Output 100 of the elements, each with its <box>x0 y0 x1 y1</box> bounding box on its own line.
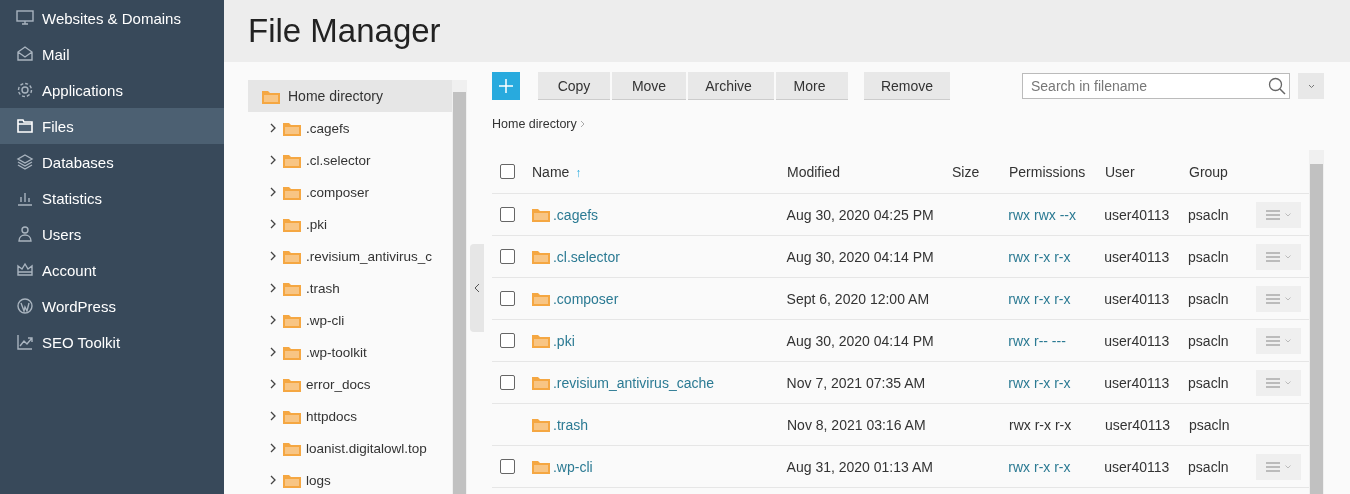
file-name-link[interactable]: .revisium_antivirus_cache <box>552 374 715 391</box>
table-cell: user40113 <box>1104 290 1170 307</box>
tree-item[interactable]: Home directory <box>248 80 452 112</box>
monitor-icon <box>16 9 34 27</box>
tree-item[interactable]: .cagefs <box>283 120 350 136</box>
expand-toggle[interactable] <box>268 155 278 165</box>
expand-toggle[interactable] <box>268 443 278 453</box>
tree-item[interactable]: .composer <box>283 184 370 200</box>
tree-item[interactable]: loanist.digitalowl.top <box>283 440 427 456</box>
file-name-link[interactable]: .composer <box>552 290 619 307</box>
dropdown-button[interactable]: Archive <box>688 72 774 100</box>
nav-item[interactable]: WordPress <box>0 288 224 324</box>
breadcrumb-link[interactable]: Home directory <box>492 117 577 131</box>
permissions-link[interactable]: rwx r-x r-x <box>1008 248 1071 265</box>
dropdown-button[interactable]: More <box>776 72 848 100</box>
tree-item[interactable]: .cl.selector <box>283 152 371 168</box>
chevron-left-icon <box>473 283 481 293</box>
expand-toggle[interactable] <box>268 315 278 325</box>
tree-item[interactable]: logs <box>283 472 331 488</box>
expand-toggle[interactable] <box>268 475 278 485</box>
expand-toggle[interactable] <box>268 411 278 421</box>
permissions-link[interactable]: rwx r-x r-x <box>1008 290 1071 307</box>
scrollbar[interactable] <box>452 80 467 494</box>
table-cell: rwx r-x r-x <box>1009 416 1072 433</box>
permissions-link[interactable]: rwx r-x r-x <box>1008 374 1071 391</box>
expand-toggle[interactable] <box>268 347 278 357</box>
tree-item[interactable]: .pki <box>283 216 327 232</box>
tree-item[interactable]: .wp-cli <box>283 312 345 328</box>
scrollbar[interactable] <box>1309 150 1324 494</box>
layers-icon <box>16 153 34 171</box>
table-cell: psacln <box>1188 332 1229 349</box>
search-field[interactable]: Search in filename <box>1022 73 1290 99</box>
crown-icon <box>16 261 34 279</box>
checkbox[interactable] <box>500 459 515 474</box>
file-name-link[interactable]: .trash <box>553 416 588 433</box>
tree-item[interactable]: .trash <box>283 280 340 296</box>
tree-item[interactable]: .wp-toolkit <box>283 344 367 360</box>
table-cell: psacln <box>1188 248 1229 265</box>
nav-item[interactable]: Files <box>0 108 224 144</box>
nav-item[interactable]: Websites & Domains <box>0 0 224 36</box>
expand-toggle[interactable] <box>268 219 278 229</box>
table-cell: psacln <box>1188 458 1229 475</box>
expand-toggle[interactable] <box>268 187 278 197</box>
table-cell: psacln <box>1188 206 1229 223</box>
expand-toggle[interactable] <box>268 283 278 293</box>
mail-icon <box>16 45 34 63</box>
nav-item[interactable]: Users <box>0 216 224 252</box>
column-header[interactable]: Name ↑ <box>532 163 582 180</box>
checkbox[interactable] <box>500 249 515 264</box>
folder-icon <box>283 280 301 296</box>
column-header[interactable]: Permissions <box>1009 163 1086 180</box>
nav-item[interactable]: SEO Toolkit <box>0 324 224 360</box>
checkbox[interactable] <box>500 207 515 222</box>
toolbar-button[interactable]: Remove <box>864 72 950 100</box>
menu-icon <box>1266 461 1280 472</box>
checkbox[interactable] <box>500 164 515 179</box>
table-cell: Aug 30, 2020 04:14 PM <box>786 332 934 349</box>
caret-icon <box>1285 380 1291 385</box>
file-name-link[interactable]: .cl.selector <box>552 248 620 265</box>
nav-item[interactable]: Statistics <box>0 180 224 216</box>
menu-icon <box>1266 377 1280 388</box>
column-header[interactable]: Group <box>1189 163 1228 180</box>
checkbox[interactable] <box>500 291 515 306</box>
table-cell: user40113 <box>1104 458 1170 475</box>
column-header[interactable]: User <box>1105 163 1135 180</box>
folder-icon <box>531 207 550 222</box>
caret-icon <box>1285 296 1291 301</box>
table-cell: Nov 8, 2021 03:16 AM <box>787 416 926 433</box>
tree-item[interactable]: httpdocs <box>283 408 358 424</box>
nav-item[interactable]: Mail <box>0 36 224 72</box>
checkbox[interactable] <box>500 375 515 390</box>
expand-toggle[interactable] <box>268 379 278 389</box>
checkbox[interactable] <box>500 333 515 348</box>
folder-icon <box>283 376 301 392</box>
permissions-link[interactable]: rwx r-- --- <box>1008 332 1066 349</box>
permissions-link[interactable]: rwx rwx --x <box>1008 206 1076 223</box>
nav-item[interactable]: Applications <box>0 72 224 108</box>
tree-item[interactable]: .revisium_antivirus_c <box>283 248 433 264</box>
toolbar-button[interactable]: Move <box>612 72 686 100</box>
folder-icon <box>283 120 301 136</box>
expand-toggle[interactable] <box>268 251 278 261</box>
folder-icon <box>283 184 301 200</box>
nav-item[interactable]: Account <box>0 252 224 288</box>
folder-icon <box>283 312 301 328</box>
permissions-link[interactable]: rwx r-x r-x <box>1008 458 1071 475</box>
tree-item[interactable]: error_docs <box>283 376 371 392</box>
table-cell: user40113 <box>1104 374 1170 391</box>
caret-icon <box>1307 83 1315 89</box>
table-cell: Aug 30, 2020 04:14 PM <box>786 248 934 265</box>
file-name-link[interactable]: .wp-cli <box>552 458 593 475</box>
column-header[interactable]: Size <box>952 163 980 180</box>
nav-item[interactable]: Databases <box>0 144 224 180</box>
expand-toggle[interactable] <box>268 123 278 133</box>
file-name-link[interactable]: .cagefs <box>552 206 599 223</box>
toolbar-button[interactable]: Copy <box>538 72 610 100</box>
column-header[interactable]: Modified <box>787 163 840 180</box>
file-name-link[interactable]: .pki <box>552 332 575 349</box>
caret-icon <box>1285 338 1291 343</box>
folder-icon <box>283 408 301 424</box>
caret-icon <box>1285 212 1291 217</box>
